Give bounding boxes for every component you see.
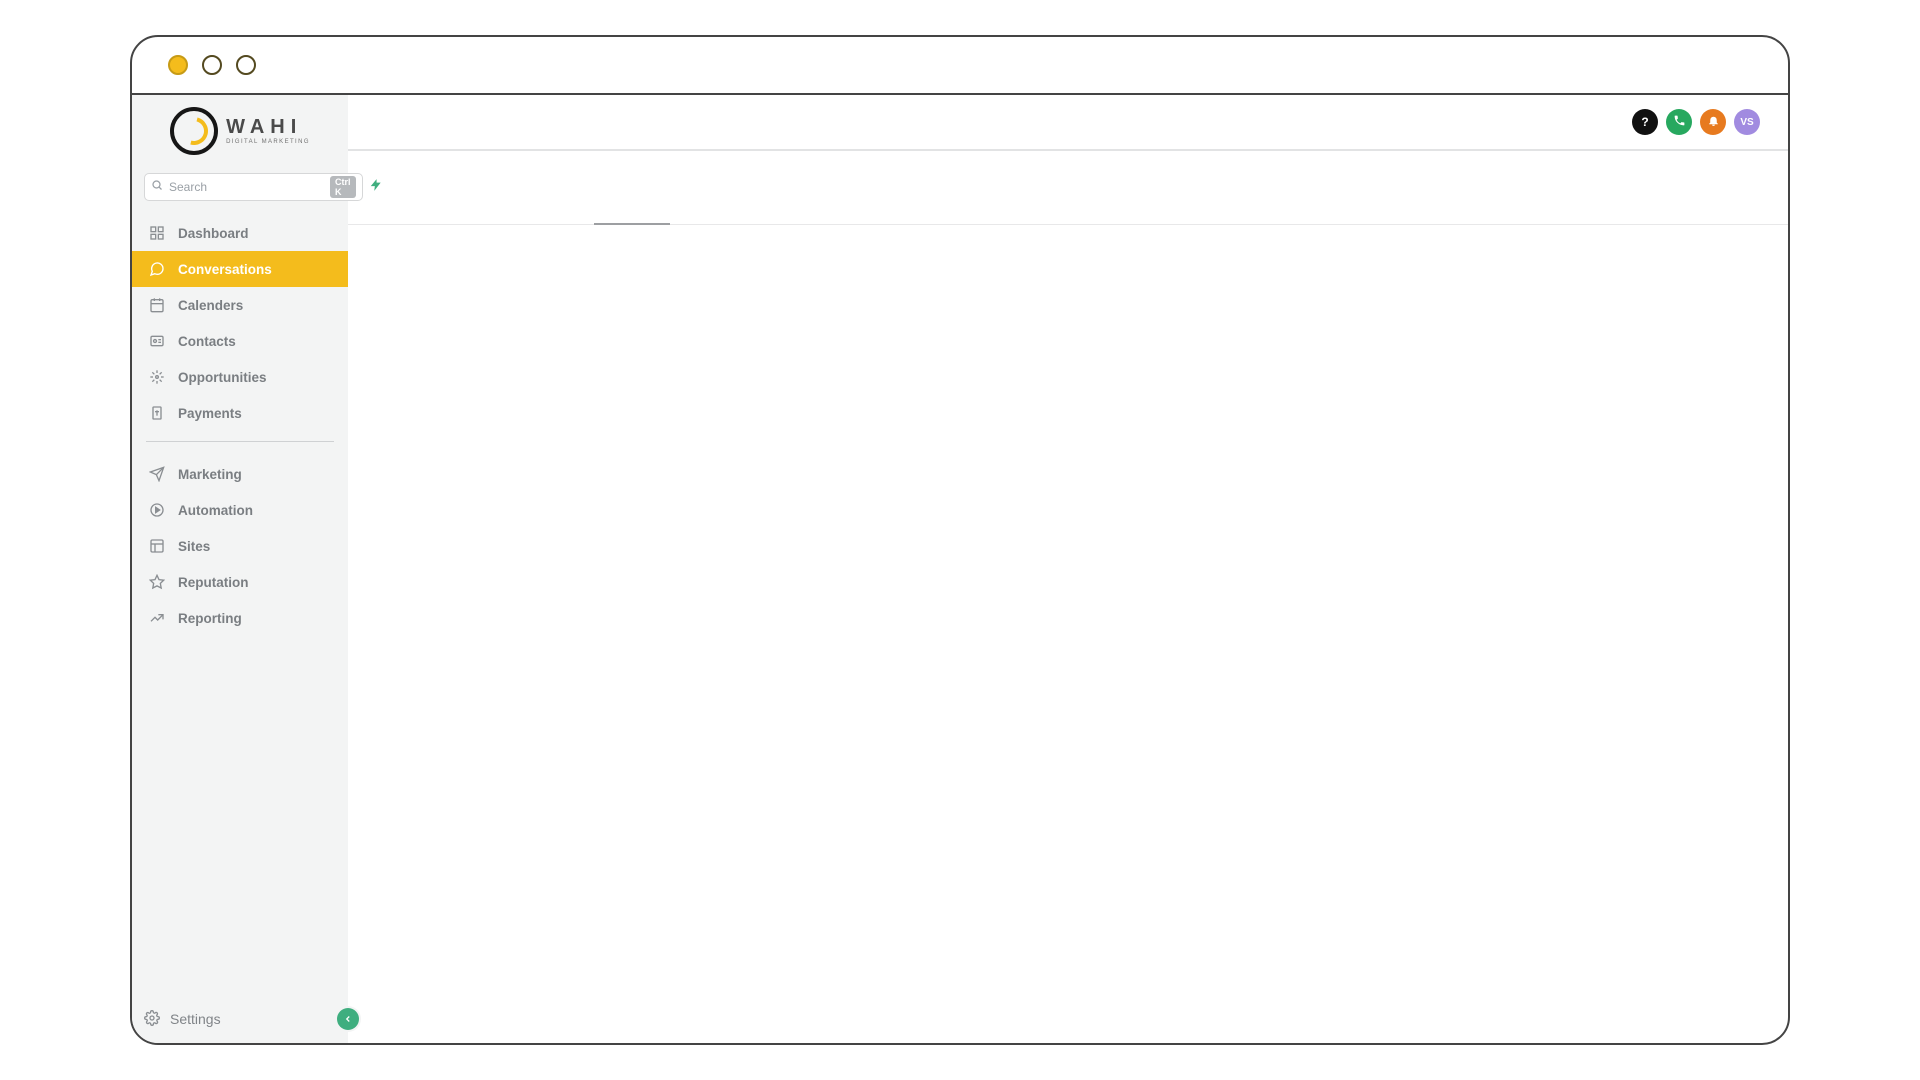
layout-icon — [148, 538, 166, 554]
sidebar: WAHI DIGITAL MARKETING Ctrl K — [132, 95, 348, 1043]
active-tab-underline — [594, 223, 670, 225]
sidebar-item-label: Reputation — [178, 575, 249, 590]
search-row: Ctrl K — [132, 167, 348, 207]
sidebar-item-automation[interactable]: Automation — [132, 492, 348, 528]
window-minimize-dot[interactable] — [202, 55, 222, 75]
bell-icon — [1707, 114, 1720, 130]
window-maximize-dot[interactable] — [236, 55, 256, 75]
sidebar-item-label: Opportunities — [178, 370, 267, 385]
sidebar-item-contacts[interactable]: Contacts — [132, 323, 348, 359]
brand-mark-icon — [170, 107, 218, 155]
sidebar-item-reporting[interactable]: Reporting — [132, 600, 348, 636]
spark-icon — [148, 369, 166, 385]
app-window: WAHI DIGITAL MARKETING Ctrl K — [130, 35, 1790, 1045]
sidebar-item-label: Contacts — [178, 334, 236, 349]
sidebar-footer: Settings — [132, 995, 348, 1043]
trend-icon — [148, 610, 166, 626]
search-input[interactable] — [169, 180, 324, 194]
sidebar-item-reputation[interactable]: Reputation — [132, 564, 348, 600]
sidebar-item-label: Marketing — [178, 467, 242, 482]
sub-navbar — [348, 151, 1788, 225]
gear-icon — [144, 1010, 160, 1029]
sidebar-item-label: Automation — [178, 503, 253, 518]
sidebar-item-payments[interactable]: Payments — [132, 395, 348, 431]
sidebar-item-dashboard[interactable]: Dashboard — [132, 215, 348, 251]
send-icon — [148, 466, 166, 482]
sidebar-item-label: Conversations — [178, 262, 272, 277]
brand-logo: WAHI DIGITAL MARKETING — [132, 95, 348, 167]
call-button[interactable] — [1666, 109, 1692, 135]
sidebar-item-sites[interactable]: Sites — [132, 528, 348, 564]
brand-name: WAHI — [226, 117, 310, 137]
sidebar-item-label: Reporting — [178, 611, 242, 626]
main-area: ? VS — [348, 95, 1788, 1043]
receipt-icon — [148, 405, 166, 421]
nav-secondary: Marketing Automation Sites Reputation — [132, 448, 348, 636]
collapse-sidebar-button[interactable] — [337, 1008, 359, 1030]
phone-icon — [1673, 114, 1686, 130]
search-icon — [151, 178, 163, 196]
window-titlebar — [132, 37, 1788, 95]
content-area — [348, 225, 1788, 1043]
sidebar-item-calenders[interactable]: Calenders — [132, 287, 348, 323]
chat-icon — [148, 261, 166, 277]
card-icon — [148, 333, 166, 349]
sidebar-item-label: Sites — [178, 539, 210, 554]
sidebar-item-label: Payments — [178, 406, 242, 421]
search-box[interactable]: Ctrl K — [144, 173, 363, 201]
calendar-icon — [148, 297, 166, 313]
sidebar-item-label: Calenders — [178, 298, 243, 313]
star-icon — [148, 574, 166, 590]
topbar: ? VS — [348, 95, 1788, 151]
settings-link[interactable]: Settings — [170, 1011, 221, 1027]
brand-tagline: DIGITAL MARKETING — [226, 139, 310, 145]
nav-primary: Dashboard Conversations Calenders Contac… — [132, 207, 348, 431]
help-icon: ? — [1641, 115, 1648, 129]
window-close-dot[interactable] — [168, 55, 188, 75]
sidebar-item-marketing[interactable]: Marketing — [132, 456, 348, 492]
user-avatar[interactable]: VS — [1734, 109, 1760, 135]
sidebar-item-opportunities[interactable]: Opportunities — [132, 359, 348, 395]
help-button[interactable]: ? — [1632, 109, 1658, 135]
grid-icon — [148, 225, 166, 241]
notifications-button[interactable] — [1700, 109, 1726, 135]
sidebar-item-conversations[interactable]: Conversations — [132, 251, 348, 287]
sidebar-item-label: Dashboard — [178, 226, 249, 241]
play-icon — [148, 502, 166, 518]
avatar-initials: VS — [1740, 117, 1753, 128]
nav-divider — [146, 441, 334, 442]
